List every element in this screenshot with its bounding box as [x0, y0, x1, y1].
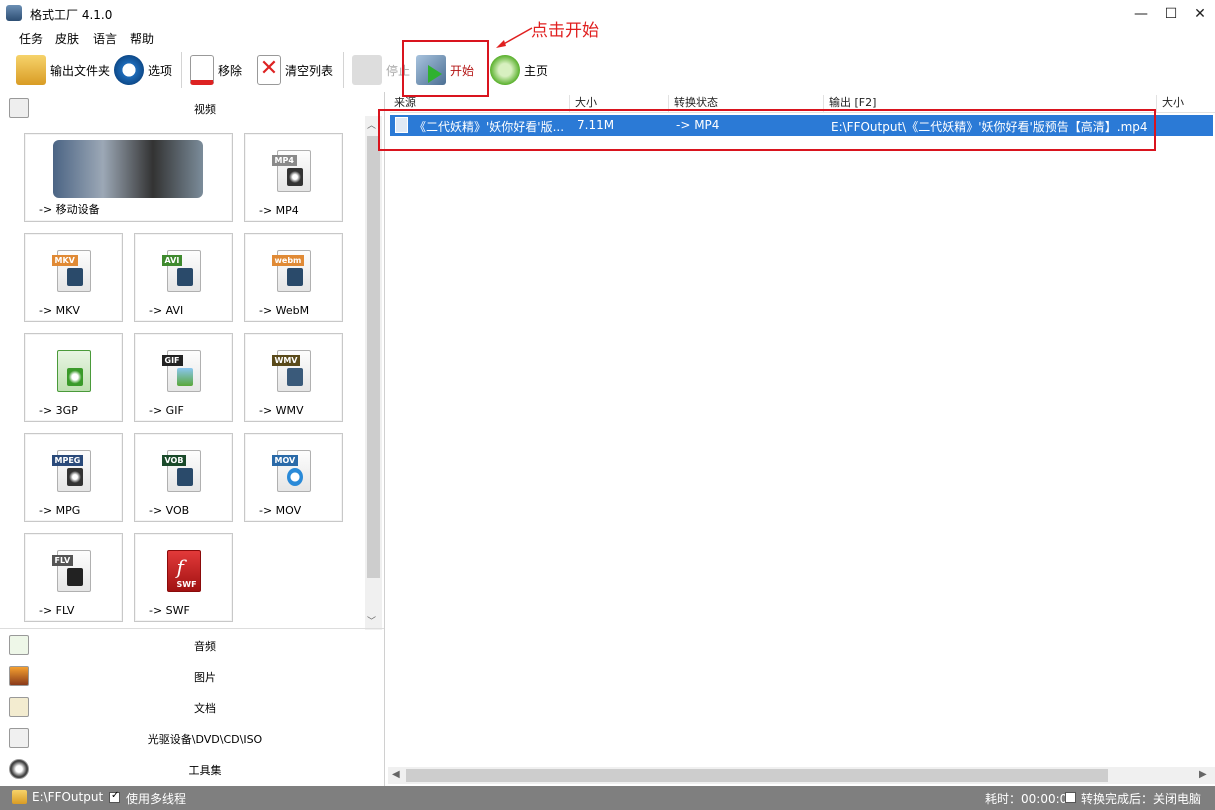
- task-table: [388, 92, 1215, 786]
- home-button[interactable]: 主页: [490, 50, 548, 90]
- annotation-arrow: [496, 27, 533, 48]
- menu-skin[interactable]: 皮肤: [55, 30, 79, 47]
- mpg-icon: MPEG: [51, 450, 91, 492]
- category-video[interactable]: 视频: [0, 93, 383, 123]
- tile-mobile-device[interactable]: -> 移动设备: [24, 133, 233, 222]
- app-icon: [6, 5, 22, 21]
- remove-button[interactable]: 移除: [190, 50, 242, 90]
- flv-icon: FLV: [51, 550, 91, 592]
- 3gp-icon: [56, 350, 91, 392]
- folder-icon: [16, 55, 46, 85]
- minimize-button[interactable]: —: [1126, 2, 1156, 26]
- close-button[interactable]: ✕: [1185, 2, 1215, 26]
- wmv-icon: WMV: [271, 350, 311, 392]
- menu-bar: [0, 28, 1215, 48]
- after-convert-label: 转换完成后：关闭电脑: [1081, 792, 1202, 806]
- scroll-right-icon[interactable]: ▶: [1199, 769, 1207, 780]
- category-optical-drive[interactable]: 光驱设备\DVD\CD\ISO: [0, 723, 383, 753]
- image-picture-icon: [9, 666, 29, 686]
- menu-language[interactable]: 语言: [93, 30, 117, 47]
- output-folder-icon[interactable]: [12, 790, 27, 804]
- tile-avi[interactable]: AVI -> AVI: [134, 233, 233, 322]
- after-convert-checkbox[interactable]: [1065, 792, 1076, 803]
- category-document[interactable]: 文档: [0, 692, 383, 722]
- left-scrollbar-thumb[interactable]: [367, 136, 380, 578]
- avi-icon: AVI: [161, 250, 201, 292]
- tile-mpg[interactable]: MPEG -> MPG: [24, 433, 123, 522]
- mp4-icon: MP4: [271, 150, 311, 192]
- category-audio[interactable]: 音频: [0, 630, 383, 660]
- column-header-output-size[interactable]: 大小: [1158, 95, 1215, 113]
- swf-icon: f SWF: [166, 550, 201, 592]
- home-globe-icon: [490, 55, 520, 85]
- scroll-up-icon[interactable]: ︿: [367, 118, 376, 131]
- tile-flv[interactable]: FLV -> FLV: [24, 533, 123, 622]
- category-toolbox[interactable]: 工具集: [0, 754, 383, 784]
- category-divider: [0, 628, 384, 629]
- toolbar-separator: [343, 52, 344, 88]
- tile-gif[interactable]: GIF -> GIF: [134, 333, 233, 422]
- stop-icon: [352, 55, 382, 85]
- gif-icon: GIF: [161, 350, 201, 392]
- multithread-checkbox[interactable]: ✓: [109, 790, 120, 803]
- optical-drive-icon: [9, 728, 29, 748]
- tile-webm[interactable]: webm -> WebM: [244, 233, 343, 322]
- video-category-icon: [9, 98, 29, 118]
- tile-3gp[interactable]: -> 3GP: [24, 333, 123, 422]
- tile-swf[interactable]: f SWF -> SWF: [134, 533, 233, 622]
- mkv-icon: MKV: [51, 250, 91, 292]
- category-image[interactable]: 图片: [0, 661, 383, 691]
- vob-icon: VOB: [161, 450, 201, 492]
- toolbar-separator: [181, 52, 182, 88]
- scroll-left-icon[interactable]: ◀: [392, 769, 400, 780]
- tile-vob[interactable]: VOB -> VOB: [134, 433, 233, 522]
- maximize-button[interactable]: ☐: [1156, 2, 1186, 26]
- menu-help[interactable]: 帮助: [130, 30, 154, 47]
- tile-mov[interactable]: MOV -> MOV: [244, 433, 343, 522]
- webm-icon: webm: [271, 250, 311, 292]
- toolbar: [0, 48, 1215, 92]
- window-title: 格式工厂 4.1.0: [30, 8, 113, 22]
- tile-wmv[interactable]: WMV -> WMV: [244, 333, 343, 422]
- annotation-label: 点击开始: [531, 21, 599, 41]
- options-button[interactable]: 选项: [114, 50, 172, 90]
- options-gear-icon: [114, 55, 144, 85]
- tile-mkv[interactable]: MKV -> MKV: [24, 233, 123, 322]
- horizontal-scrollbar-thumb[interactable]: [406, 769, 1108, 782]
- multithread-label: 使用多线程: [126, 792, 187, 806]
- toolbox-reel-icon: [9, 759, 29, 779]
- elapsed-time: 耗时：00:00:00: [985, 792, 1075, 806]
- mobile-devices-icon: [53, 140, 203, 198]
- mov-icon: MOV: [271, 450, 311, 492]
- row-highlight-box: [378, 109, 1156, 151]
- menu-task[interactable]: 任务: [19, 30, 43, 47]
- output-folder-button[interactable]: 输出文件夹: [16, 50, 110, 90]
- document-icon: [9, 697, 29, 717]
- clear-list-button[interactable]: ✕ 清空列表: [257, 50, 333, 90]
- tile-mp4[interactable]: MP4 -> MP4: [244, 133, 343, 222]
- title-bar: 格式工厂 4.1.0 — ☐ ✕: [0, 0, 1215, 28]
- output-path[interactable]: E:\FFOutput: [32, 790, 103, 804]
- audio-note-icon: [9, 635, 29, 655]
- start-highlight-box: [402, 40, 489, 97]
- remove-icon: [190, 55, 214, 85]
- clear-x-icon: ✕: [257, 55, 281, 85]
- scroll-down-icon[interactable]: ﹀: [367, 614, 376, 627]
